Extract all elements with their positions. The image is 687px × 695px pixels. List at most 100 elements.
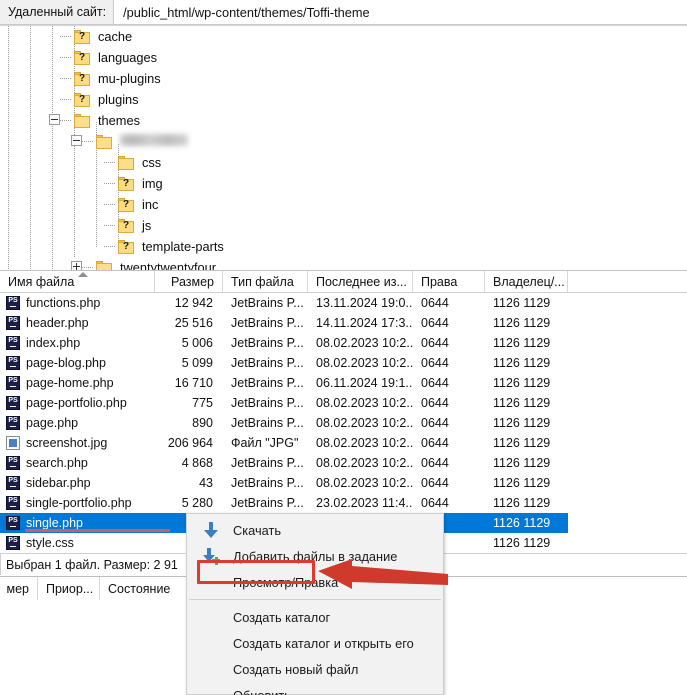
tree-item-twentytwentyfour[interactable]: twentytwentyfour: [0, 257, 687, 270]
tree-connector-line: [104, 183, 116, 184]
file-row[interactable]: screenshot.jpg 206 964 Файл "JPG" 08.02.202…: [0, 433, 687, 453]
file-owner-cell: 1126 1129: [493, 536, 551, 550]
file-type-cell: JetBrains P...: [231, 356, 304, 370]
folder-question-icon: ?: [74, 30, 91, 44]
file-owner-cell: 1126 1129: [493, 516, 551, 530]
menu-item-label: Создать новый файл: [233, 661, 359, 677]
menu-item-создать-каталог[interactable]: Создать каталог: [187, 604, 443, 630]
file-name-label: page-blog.php: [26, 356, 106, 370]
php-file-icon: [6, 296, 20, 310]
folder-icon: [96, 135, 113, 149]
tree-item-template-parts[interactable]: ? template-parts: [0, 236, 687, 257]
tree-item-img[interactable]: ? img: [0, 173, 687, 194]
tree-item-label: inc: [142, 197, 159, 212]
tree-row-container: ? cache? languages ? mu-plugins? plugins theme…: [0, 26, 687, 270]
folder-icon: [118, 156, 135, 170]
file-name-label: functions.php: [26, 296, 101, 310]
queue-column-size[interactable]: мер: [0, 577, 38, 600]
menu-item-label: Создать каталог и открыть его: [233, 635, 414, 651]
tree-connector-line: [82, 141, 94, 142]
tree-item-label: languages: [98, 50, 158, 65]
file-name-cell: functions.php: [0, 296, 155, 310]
file-name-label: single-portfolio.php: [26, 496, 132, 510]
folder-question-icon: ?: [74, 93, 91, 107]
file-row[interactable]: page.php 890 JetBrains P... 08.02.2023 10:2…: [0, 413, 687, 433]
file-type-cell: JetBrains P...: [231, 496, 304, 510]
file-size-cell: 4 868: [181, 456, 213, 470]
tree-item-cache[interactable]: ? cache: [0, 26, 687, 47]
file-type-cell: JetBrains P...: [231, 376, 304, 390]
menu-item-label: Обновить: [233, 687, 291, 695]
column-header-name[interactable]: Имя файла: [0, 271, 155, 292]
remote-path-input[interactable]: /public_html/wp-content/themes/Toffi-the…: [114, 0, 687, 25]
tree-item-label: cache: [98, 29, 133, 44]
tree-collapse-icon[interactable]: [71, 135, 82, 146]
tree-connector-line: [104, 204, 116, 205]
php-file-icon: [6, 476, 20, 490]
tree-item-mu-plugins[interactable]: ? mu-plugins: [0, 68, 687, 89]
column-header-name-label: Имя файла: [8, 274, 75, 289]
menu-item-скачать[interactable]: Скачать: [187, 517, 443, 543]
file-name-label: style.css: [26, 536, 74, 550]
file-size-cell: 5 006: [181, 336, 213, 350]
remote-directory-tree[interactable]: ? cache? languages ? mu-plugins? plugins theme…: [0, 26, 687, 270]
menu-item-обновить[interactable]: Обновить: [187, 682, 443, 695]
file-size-cell: 12 942: [174, 296, 213, 310]
file-row[interactable]: single-portfolio.php 5 280 JetBrains P... 2…: [0, 493, 687, 513]
file-owner-cell: 1126 1129: [493, 436, 551, 450]
file-type-cell: Файл "JPG": [231, 436, 299, 450]
file-date-cell: 08.02.2023 10:2...: [316, 396, 413, 410]
file-row[interactable]: page-blog.php 5 099 JetBrains P... 08.02.20…: [0, 353, 687, 373]
folder-question-icon: ?: [118, 240, 135, 254]
column-header-date[interactable]: Последнее из...: [308, 271, 413, 292]
file-row[interactable]: page-home.php 16 710 JetBrains P... 06.11.2…: [0, 373, 687, 393]
add-to-queue-icon: [203, 548, 220, 565]
tree-connector-line: [60, 78, 72, 79]
file-permissions-cell: 0644: [421, 376, 449, 390]
folder-question-icon: ?: [74, 51, 91, 65]
file-context-menu[interactable]: Скачать Добавить файлы в задание Просмотр/…: [186, 513, 444, 695]
tree-item-inc[interactable]: ? inc: [0, 194, 687, 215]
tree-item-label: css: [142, 155, 162, 170]
menu-item-создать-новый-файл[interactable]: Создать новый файл: [187, 656, 443, 682]
file-row[interactable]: search.php 4 868 JetBrains P... 08.02.2023 …: [0, 453, 687, 473]
file-date-cell: 08.02.2023 10:2...: [316, 456, 413, 470]
redacted-label: Toffi-theme: [120, 134, 188, 146]
tree-item-languages[interactable]: ? languages: [0, 47, 687, 68]
tree-connector-line: [82, 267, 94, 268]
tree-item-css[interactable]: css: [0, 152, 687, 173]
tree-item-redacted[interactable]: Toffi-theme: [0, 131, 687, 152]
file-name-cell: single-portfolio.php: [0, 496, 155, 510]
file-name-cell: page-portfolio.php: [0, 396, 155, 410]
tree-expand-icon[interactable]: [71, 261, 82, 270]
file-row[interactable]: sidebar.php 43 JetBrains P... 08.02.2023 10…: [0, 473, 687, 493]
annotation-underline: [25, 529, 170, 532]
php-file-icon: [6, 396, 20, 410]
menu-item-создать-каталог-и-открыть-его[interactable]: Создать каталог и открыть его: [187, 630, 443, 656]
file-owner-cell: 1126 1129: [493, 476, 551, 490]
column-header-type[interactable]: Тип файла: [223, 271, 308, 292]
file-size-cell: 43: [199, 476, 213, 490]
file-permissions-cell: 0644: [421, 336, 449, 350]
annotation-arrow: [318, 552, 448, 597]
file-owner-cell: 1126 1129: [493, 416, 551, 430]
file-row[interactable]: index.php 5 006 JetBrains P... 08.02.2023 1…: [0, 333, 687, 353]
file-row[interactable]: header.php 25 516 JetBrains P... 14.11.2024…: [0, 313, 687, 333]
file-name-label: page.php: [26, 416, 79, 430]
file-owner-cell: 1126 1129: [493, 336, 551, 350]
file-row[interactable]: functions.php 12 942 JetBrains P... 13.11.2…: [0, 293, 687, 313]
tree-collapse-icon[interactable]: [49, 114, 60, 125]
file-name-cell: sidebar.php: [0, 476, 155, 490]
tree-item-themes[interactable]: themes: [0, 110, 687, 131]
php-file-icon: [6, 536, 20, 550]
file-name-cell: single.php: [0, 516, 155, 530]
file-row[interactable]: page-portfolio.php 775 JetBrains P... 08.02…: [0, 393, 687, 413]
tree-item-js[interactable]: ? js: [0, 215, 687, 236]
tree-item-plugins[interactable]: ? plugins: [0, 89, 687, 110]
column-header-size[interactable]: Размер: [155, 271, 223, 292]
column-header-owner[interactable]: Владелец/...: [485, 271, 568, 292]
tree-item-label: plugins: [98, 92, 139, 107]
queue-column-priority[interactable]: Приор...: [38, 577, 100, 600]
column-header-permissions[interactable]: Права: [413, 271, 485, 292]
file-date-cell: 23.02.2023 11:4...: [316, 496, 413, 510]
